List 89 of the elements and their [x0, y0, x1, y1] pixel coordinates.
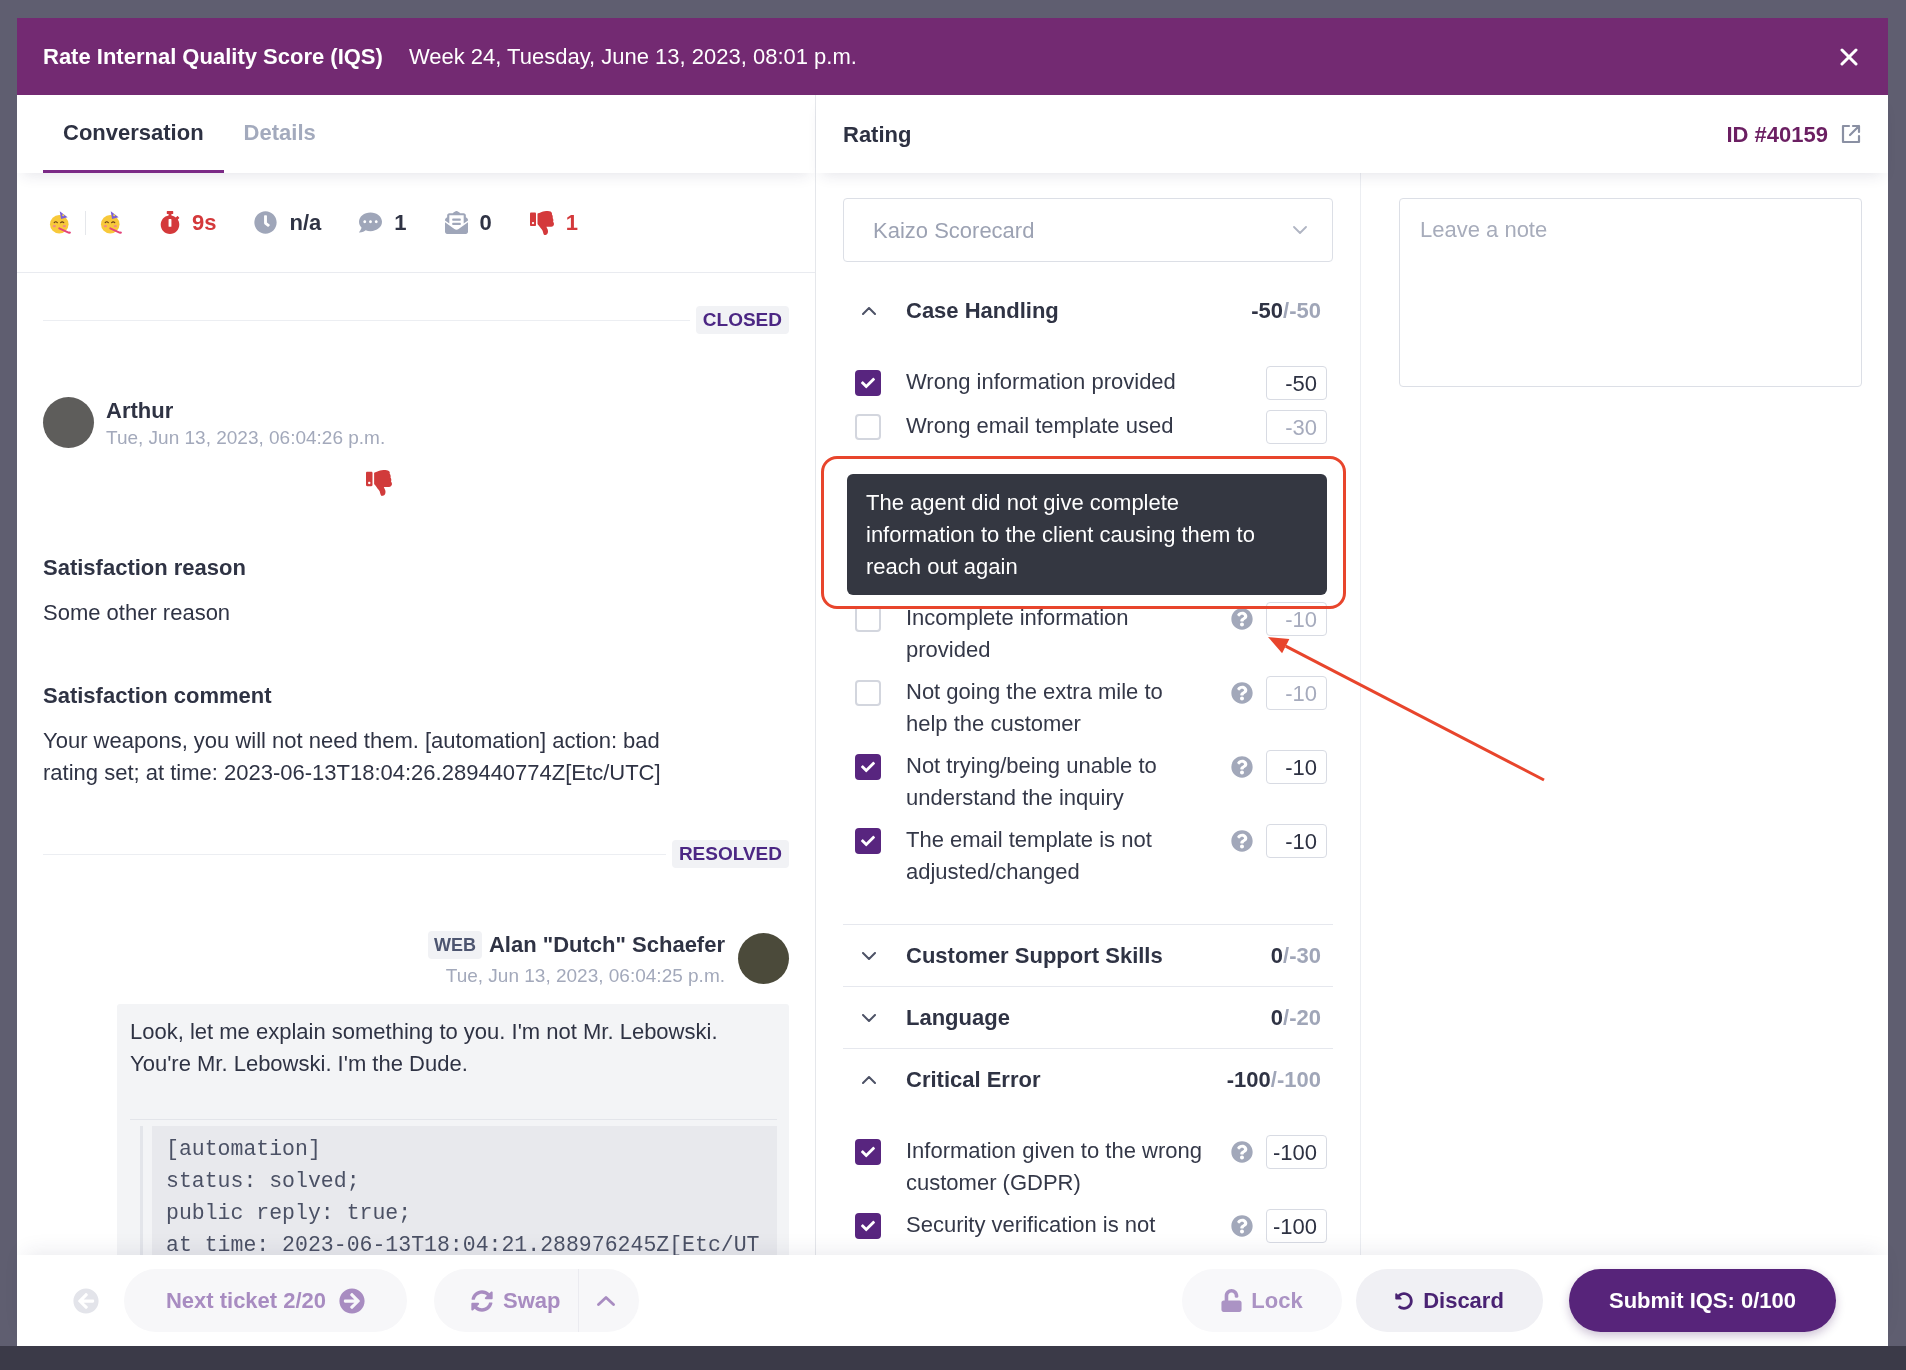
criterion-label: Not going the extra mile to help the customer: [906, 678, 1164, 738]
chevron-up-icon[interactable]: [862, 306, 876, 315]
stat-value: 9s: [192, 209, 217, 237]
author-name: Alan "Dutch" Schaefer: [488, 931, 725, 959]
checkbox[interactable]: [855, 828, 881, 854]
category-score: -100/-100: [1226, 1066, 1321, 1094]
stat-value: n/a: [289, 209, 322, 237]
clock-icon: [254, 211, 278, 234]
close-button[interactable]: [1840, 47, 1858, 66]
help-icon[interactable]: [1231, 1215, 1253, 1237]
arrow-right-icon: [339, 1287, 366, 1314]
criterion-label: Incomplete information provided: [906, 604, 1130, 664]
panel-title: Rating: [843, 120, 912, 149]
checkbox[interactable]: [855, 370, 881, 396]
channel-tag: WEB: [427, 931, 482, 959]
points-field[interactable]: -100: [1266, 1135, 1327, 1169]
submit-button[interactable]: Submit IQS: 0/100: [1569, 1269, 1836, 1332]
points-field[interactable]: -50: [1266, 366, 1327, 400]
stat-value: 0: [479, 209, 492, 237]
stopwatch-icon: [160, 211, 180, 234]
undo-icon: [1395, 1291, 1414, 1310]
message-time: Tue, Jun 13, 2023, 06:04:25 p.m.: [445, 964, 725, 988]
refresh-icon: [471, 1289, 493, 1312]
arrow-left-icon: [73, 1287, 99, 1314]
chat-bubble-icon: [359, 211, 383, 234]
criterion-label: The email template is not adjusted/changed: [906, 826, 1153, 886]
check-icon: [860, 760, 876, 774]
checkbox[interactable]: [855, 1213, 881, 1239]
points-field[interactable]: -10: [1266, 750, 1327, 784]
checkbox[interactable]: [855, 1139, 881, 1165]
note-field[interactable]: Leave a note: [1399, 198, 1862, 387]
category-title[interactable]: Language: [906, 1001, 1010, 1034]
tab[interactable]: Conversation: [43, 95, 224, 173]
status-tag: CLOSED: [695, 306, 789, 334]
criterion-label: Not trying/being unable to understand the inquiry: [906, 752, 1158, 812]
modal-title: Rate Internal Quality Score (IQS): [43, 43, 383, 71]
ticket-id-link[interactable]: ID #40159: [1726, 117, 1862, 151]
code-block: [automation] status: solved; public reply: true; at time: 2023-06-13T18:04:21.288976245Z[Etc/UT: [152, 1126, 777, 1255]
padlock-icon: [1221, 1289, 1243, 1312]
category-score: 0/-20: [1270, 1004, 1321, 1032]
criterion-label: Wrong information provided: [906, 368, 1177, 396]
category-score: 0/-30: [1270, 942, 1321, 970]
criterion-label: Wrong email template used: [906, 412, 1175, 440]
chevron-up-icon: [597, 1295, 615, 1306]
check-icon: [860, 834, 876, 848]
check-icon: [860, 1219, 876, 1233]
open-envelope-icon: [444, 211, 468, 234]
author-name: Arthur: [106, 397, 175, 425]
party-face-icon: [100, 211, 122, 234]
modal-subtitle: Week 24, Tuesday, June 13, 2023, 08:01 p.m.: [408, 43, 857, 71]
help-icon[interactable]: [1231, 682, 1253, 704]
category-score: -50/-50: [1251, 297, 1321, 325]
message-time: Tue, Jun 13, 2023, 06:04:26 p.m.: [106, 426, 386, 450]
field-heading: Satisfaction reason: [43, 554, 247, 582]
help-icon[interactable]: [1231, 830, 1253, 852]
chevron-down-icon: [1293, 226, 1307, 234]
check-icon: [860, 1145, 876, 1159]
chevron-down-icon[interactable]: [862, 951, 876, 960]
discard-button[interactable]: Discard: [1356, 1269, 1543, 1332]
category-title[interactable]: Case Handling: [906, 294, 1059, 327]
party-face-icon: [49, 211, 71, 234]
help-icon[interactable]: [1231, 1141, 1253, 1163]
checkbox[interactable]: [855, 414, 881, 440]
category-title[interactable]: Customer Support Skills: [906, 939, 1163, 972]
help-icon[interactable]: [1231, 756, 1253, 778]
close-icon: [1840, 47, 1858, 66]
points-field[interactable]: -100: [1266, 1209, 1327, 1243]
thumbs-down-icon: [529, 210, 554, 235]
stat-value: 1: [565, 209, 579, 237]
avatar: [738, 933, 789, 984]
category-title[interactable]: Critical Error: [906, 1063, 1041, 1096]
checkbox[interactable]: [855, 754, 881, 780]
message-text: Look, let me explain something to you. I'm not Mr. Lebowski. You're Mr. Lebowski. I'm the Dude.: [130, 1018, 719, 1078]
field-text: Some other reason: [43, 599, 232, 627]
criterion-label: Security verification is not: [906, 1211, 1157, 1239]
checkbox[interactable]: [855, 680, 881, 706]
field-text: Your weapons, you will not need them. [automation] action: bad rating set; at time: 2023-06-13T18:04:26.289440774Z[Etc/UTC]: [43, 727, 662, 787]
status-tag: RESOLVED: [671, 840, 789, 868]
chevron-down-icon[interactable]: [862, 1013, 876, 1022]
field-heading: Satisfaction comment: [43, 682, 273, 710]
help-icon[interactable]: [1231, 608, 1253, 630]
criterion-label: Information given to the wrong customer (GDPR): [906, 1137, 1203, 1197]
tooltip: The agent did not give complete information to the client causing them to reach out again: [847, 474, 1327, 595]
points-field[interactable]: -10: [1266, 824, 1327, 858]
stat-value: 1: [394, 209, 407, 237]
avatar: [43, 397, 94, 448]
check-icon: [860, 376, 876, 390]
external-link-icon: [1840, 123, 1862, 145]
chevron-up-icon[interactable]: [862, 1075, 876, 1084]
